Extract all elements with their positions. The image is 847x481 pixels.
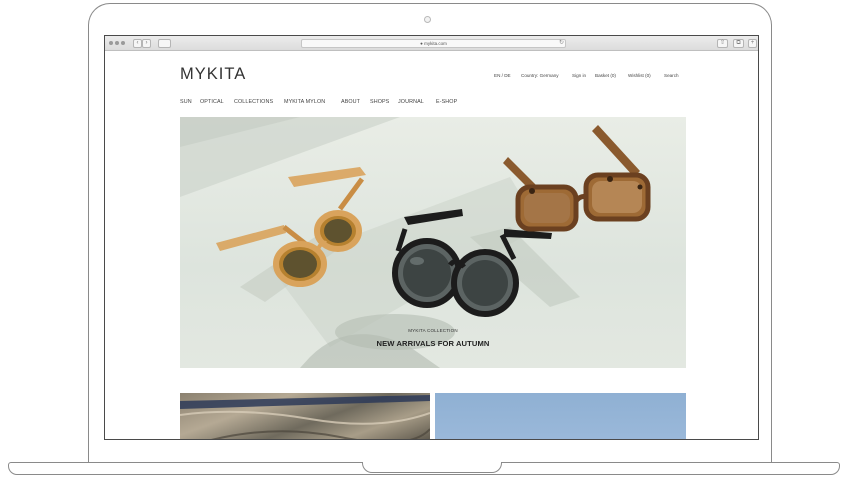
hero-banner[interactable]: MYKITA COLLECTION NEW ARRIVALS FOR AUTUM… [180,117,686,368]
marble-photo [180,395,430,439]
screen: ‹ › ● mykita.com ↻ ⇧ ⧉ + MYKITA EN / DE … [104,35,759,440]
sidebar-toggle-icon[interactable] [158,39,171,48]
camera-icon [424,16,431,23]
nav-item-mykita-mylon[interactable]: MYKITA MYLON [284,99,325,105]
hero-title[interactable]: NEW ARRIVALS FOR AUTUMN [180,339,686,348]
sky-tile-image[interactable] [435,393,686,439]
web-page: MYKITA EN / DE Country: Germany Sign in … [105,52,758,439]
reload-icon[interactable]: ↻ [559,39,564,47]
nav-item-shops[interactable]: SHOPS [370,99,389,105]
browser-toolbar: ‹ › ● mykita.com ↻ ⇧ ⧉ + [105,36,758,51]
close-window-icon[interactable] [109,41,113,45]
tortoise-sunglasses [503,125,651,232]
tabs-overview-icon[interactable]: ⧉ [733,39,744,48]
new-tab-button[interactable]: + [748,39,757,48]
share-icon[interactable]: ⇧ [717,39,728,48]
marble-tile-image[interactable] [180,393,430,439]
laptop-opening-notch [362,462,502,473]
language-switch[interactable]: EN / DE [494,73,511,78]
nav-item-optical[interactable]: OPTICAL [200,99,224,105]
hero-eyebrow: MYKITA COLLECTION [408,328,458,333]
nav-item-e-shop[interactable]: E-SHOP [436,99,457,105]
forward-button[interactable]: › [142,39,151,48]
site-logo[interactable]: MYKITA [180,65,246,84]
nav-item-sun[interactable]: SUN [180,99,192,105]
nav-item-collections[interactable]: COLLECTIONS [234,99,273,105]
search-link[interactable]: Search [664,73,679,78]
nav-item-journal[interactable]: JOURNAL [398,99,424,105]
country-selector[interactable]: Country: Germany [521,73,559,78]
back-button[interactable]: ‹ [133,39,142,48]
zoom-window-icon[interactable] [121,41,125,45]
nav-item-about[interactable]: ABOUT [341,99,360,105]
address-bar[interactable]: ● mykita.com [301,39,566,48]
wishlist-link[interactable]: Wishlist (0) [628,73,651,78]
minimize-window-icon[interactable] [115,41,119,45]
sign-in-link[interactable]: Sign in [572,73,586,78]
basket-link[interactable]: Basket (0) [595,73,616,78]
